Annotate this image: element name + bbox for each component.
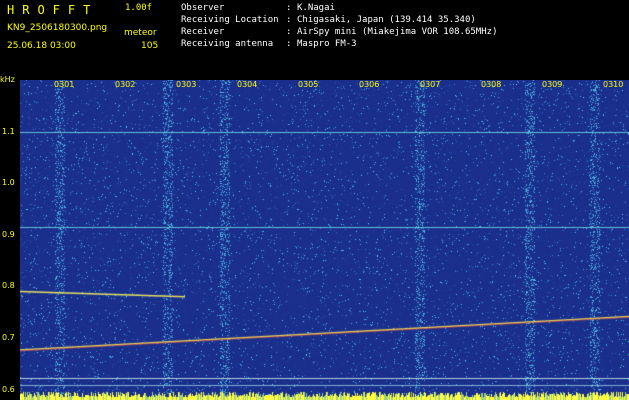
info-sep: : xyxy=(286,3,292,13)
info-label-receiver: Receiver xyxy=(181,27,225,37)
time-label: 0308 xyxy=(481,80,502,89)
detection-count: 105 xyxy=(141,41,159,51)
header-panel: HROFFT 1.00f KN9_2506180300.png meteor 2… xyxy=(0,0,629,74)
date-time: 25.06.18 03:00 xyxy=(7,41,76,51)
freq-label: 0.8 xyxy=(2,281,15,291)
time-label: 0306 xyxy=(359,80,380,89)
freq-label: 0.7 xyxy=(2,333,15,343)
info-label-observer: Observer xyxy=(181,3,225,13)
info-value-receiver: AirSpy mini (Miakejima VOR 108.65MHz) xyxy=(297,27,498,37)
time-label: 0304 xyxy=(237,80,258,89)
freq-unit-label: kHz xyxy=(0,75,15,84)
info-label-antenna: Receiving antenna xyxy=(181,39,274,49)
info-sep: : xyxy=(286,27,292,37)
time-label: 0303 xyxy=(176,80,197,89)
info-sep: : xyxy=(286,39,292,49)
time-label: 0305 xyxy=(298,80,319,89)
freq-label: 1.0 xyxy=(2,178,15,188)
freq-label: 1.1 xyxy=(2,126,15,136)
app-version: 1.00f xyxy=(125,3,153,13)
time-label: 0307 xyxy=(420,80,441,89)
time-label: 0301 xyxy=(54,80,75,89)
info-value-location: Chigasaki, Japan (139.414 35.340) xyxy=(297,15,476,25)
info-label-location: Receiving Location xyxy=(181,15,279,25)
time-label: 0309 xyxy=(542,80,563,89)
mode-label: meteor xyxy=(124,28,157,38)
info-sep: : xyxy=(286,15,292,25)
freq-label: 0.6 xyxy=(2,384,15,394)
time-label: 0310 xyxy=(603,80,624,89)
freq-label: 0.9 xyxy=(2,229,15,239)
spectrogram-canvas xyxy=(20,80,629,400)
file-name: KN9_2506180300.png xyxy=(7,23,108,33)
info-value-antenna: Maspro FM-3 xyxy=(297,39,357,49)
time-label: 0302 xyxy=(115,80,136,89)
app-title: HROFFT xyxy=(7,3,99,17)
info-value-observer: K.Nagai xyxy=(297,3,335,13)
